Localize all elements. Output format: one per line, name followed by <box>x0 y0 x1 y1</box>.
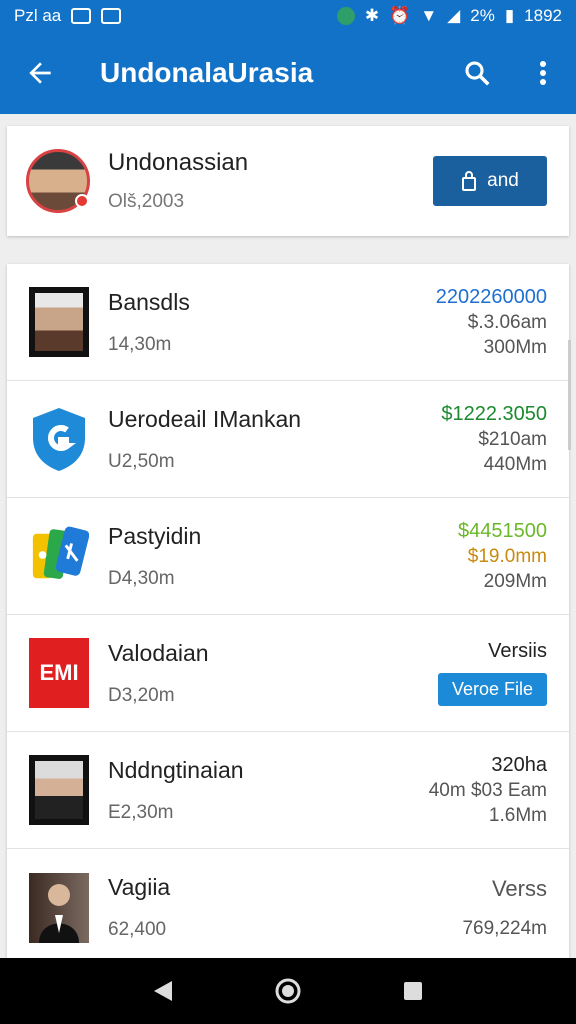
item-value: Versiis <box>488 640 547 662</box>
portrait-thumbnail <box>29 287 89 357</box>
item-sub: E2,30m <box>108 801 174 823</box>
item-sub: 14,30m <box>108 333 172 355</box>
app-logo: EMI <box>29 638 89 708</box>
item-size: 209Mm <box>483 570 547 592</box>
shield-icon <box>29 404 89 474</box>
list-item[interactable]: Pastyidin D4,30m $4451500 $19.0mm 209Mm <box>7 498 569 615</box>
item-size: 769,224m <box>462 917 547 939</box>
wifi-icon: ▼ <box>420 6 438 25</box>
item-value: 320ha <box>491 753 547 776</box>
search-button[interactable] <box>444 32 510 114</box>
item-sub: D3,20m <box>108 684 175 706</box>
item-sub: D4,30m <box>108 567 175 589</box>
profile-action-label: and <box>487 170 519 191</box>
notification-icon <box>71 8 92 24</box>
list-item[interactable]: Uerodeail IMankan U2,50m $1222.3050 $210… <box>7 381 569 498</box>
list-item[interactable]: Vagiia 62,400 Verss 769,224m <box>7 849 569 958</box>
alarm-icon: ⏰ <box>389 6 411 25</box>
list-item[interactable]: Bansdls 14,30m 2202260000 $.3.06am 300Mm <box>7 264 569 381</box>
download-icon <box>101 8 122 24</box>
item-detail: $19.0mm <box>467 545 547 567</box>
profile-card[interactable]: Undonassian Olš,2003 and <box>7 126 569 236</box>
scrollbar[interactable] <box>568 340 571 450</box>
page-title: UndonalaUrasia <box>100 57 314 88</box>
app-bar: UndonalaUrasia <box>0 32 576 114</box>
list-item[interactable]: EMI Valodaian D3,20m Versiis Veroe File <box>7 615 569 732</box>
item-title: Uerodeail IMankan <box>108 405 302 432</box>
item-title: Pastyidin <box>108 522 202 549</box>
item-sub: U2,50m <box>108 450 175 472</box>
item-title: Vagiia <box>108 874 171 900</box>
status-bar: Pzl aa ✱ ⏰ ▼ ◢ 2% ▮ 1892 <box>0 0 576 32</box>
item-sub: 62,400 <box>108 919 167 940</box>
battery-level: 2% <box>470 6 495 25</box>
battery-icon: ▮ <box>504 6 515 25</box>
item-title: Bansdls <box>108 288 190 315</box>
square-recents-icon <box>404 982 423 1000</box>
search-icon <box>465 61 490 86</box>
overflow-menu-button[interactable] <box>510 32 576 114</box>
circle-home-icon <box>275 978 301 1004</box>
app-status-icon <box>336 7 355 25</box>
nav-back-button[interactable] <box>133 961 193 1021</box>
item-value: 2202260000 <box>435 285 547 308</box>
item-value: $1222.3050 <box>441 402 547 425</box>
avatar[interactable] <box>26 149 90 213</box>
status-left-text: Pzl aa <box>14 6 62 25</box>
signal-icon: ◢ <box>447 6 461 25</box>
profile-name: Undonassian <box>108 149 249 176</box>
item-title: Nddngtinaian <box>108 756 244 783</box>
status-dot <box>75 194 89 208</box>
lock-icon <box>462 171 477 191</box>
item-title: Valodaian <box>108 639 209 666</box>
clock: 1892 <box>524 6 562 25</box>
item-detail: 40m $03 Eam <box>428 779 547 801</box>
arrow-left-icon <box>29 62 51 84</box>
triangle-back-icon <box>153 981 172 1001</box>
item-detail: $210am <box>478 428 547 450</box>
profile-action-button[interactable]: and <box>433 156 547 206</box>
item-value: $4451500 <box>458 519 547 542</box>
bluetooth-icon: ✱ <box>364 6 380 25</box>
portrait-thumbnail <box>29 755 89 825</box>
item-value: Verss <box>491 875 547 901</box>
more-vert-icon <box>540 61 546 85</box>
item-size: 440Mm <box>483 453 547 475</box>
item-list: Bansdls 14,30m 2202260000 $.3.06am 300Mm… <box>7 264 569 958</box>
item-size: 300Mm <box>483 336 547 358</box>
list-item[interactable]: Nddngtinaian E2,30m 320ha 40m $03 Eam 1.… <box>7 732 569 849</box>
photo-thumbnail <box>29 872 89 943</box>
item-detail: $.3.06am <box>467 311 547 333</box>
profile-sub: Olš,2003 <box>108 191 185 212</box>
system-nav-bar <box>0 958 576 1024</box>
map-app-icon <box>29 521 89 591</box>
nav-recents-button[interactable] <box>383 961 443 1021</box>
back-button[interactable] <box>0 32 80 114</box>
view-file-button[interactable]: Veroe File <box>437 673 547 706</box>
item-size: 1.6Mm <box>488 804 547 826</box>
nav-home-button[interactable] <box>258 961 318 1021</box>
